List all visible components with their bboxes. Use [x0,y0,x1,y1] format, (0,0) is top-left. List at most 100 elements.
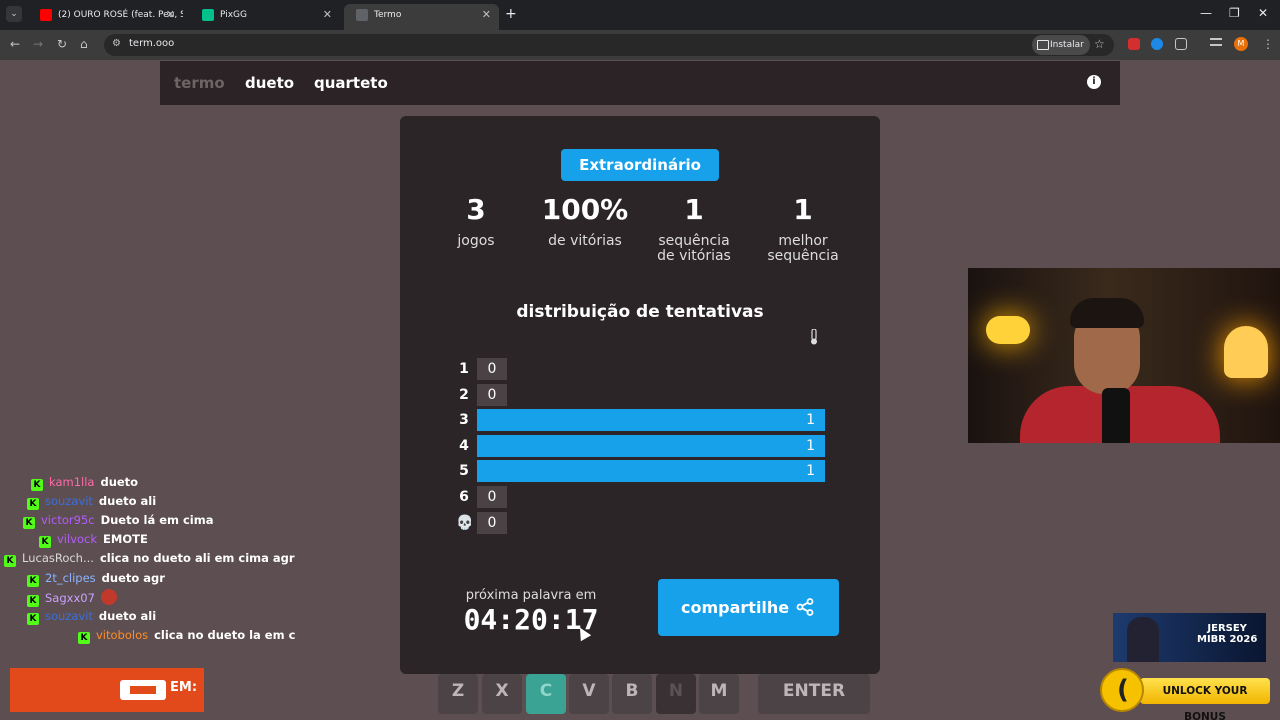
mode-quarteto-link[interactable]: quarteto [314,74,388,92]
chat-message: K LucasRoch... clica no dueto ali em cima … [4,550,295,568]
chat-message: K Sagxx07 [27,588,117,607]
youtube-favicon-icon [40,9,52,21]
restore-window-icon[interactable]: ❐ [1229,6,1240,20]
chat-username[interactable]: Sagxx07 [45,591,95,605]
extension-red-icon[interactable] [1128,38,1140,50]
stat-best-streak: 1 melhor sequência [748,190,858,264]
new-tab-button[interactable]: + [505,6,517,22]
stat-value: 1 [684,193,704,226]
key-z[interactable]: Z [438,674,478,714]
close-window-icon[interactable]: ✕ [1258,6,1268,20]
thermometer-icon[interactable] [810,329,818,345]
tab-title: PixGG [220,10,248,20]
install-app-button[interactable]: Instalar [1032,35,1090,55]
chat-text: clica no dueto ali em cima agr [99,551,295,566]
back-arrow-icon[interactable]: ← [10,37,20,51]
stat-current-streak: 1 sequência de vitórias [639,190,749,264]
stats-modal: Extraordinário 3 jogos 100% de vitórias … [400,116,880,674]
chat-username[interactable]: vilvock [57,532,97,546]
chat-username[interactable]: souzavit [45,609,93,623]
bookmark-star-icon[interactable]: ☆ [1094,37,1105,51]
pixgg-favicon-icon [202,9,214,21]
tab-search-button[interactable]: ⌄ [6,6,22,22]
media-controls-icon[interactable] [1210,38,1222,46]
mode-dueto-link[interactable]: dueto [245,74,294,92]
microphone-icon [1102,388,1130,443]
key-n[interactable]: N [656,674,696,714]
stat-win-rate: 100% de vitórias [530,190,640,249]
key-m[interactable]: M [699,674,739,714]
chat-text: clica no dueto la em c [154,627,296,642]
player-image [1127,617,1159,662]
key-c[interactable]: C [526,674,566,714]
forward-arrow-icon[interactable]: → [33,37,43,51]
chat-message: Kkam1lla dueto [31,474,138,491]
bonus-label: UNLOCK YOUR BONUS [1140,678,1270,720]
stat-label: sequência [767,248,839,264]
attempt-label: 1 [459,361,469,377]
attempt-label: 6 [459,489,469,505]
profile-avatar[interactable]: M [1234,37,1248,51]
overlay-label: EM: [170,680,198,695]
home-icon[interactable]: ⌂ [80,37,88,51]
browser-toolbar: ← → ↻ ⌂ ⚙ term.ooo Instalar ☆ ⋮ [0,30,1280,60]
info-icon[interactable]: i [1087,75,1101,89]
extensions-puzzle-icon[interactable] [1175,38,1187,50]
key-x[interactable]: X [482,674,522,714]
stat-value: 1 [793,193,813,226]
stat-label: jogos [457,233,495,249]
close-tab-icon[interactable]: ✕ [323,4,332,26]
attempt-label: 3 [459,412,469,429]
mode-termo-link[interactable]: termo [174,74,225,92]
chat-username[interactable]: vitobolos [96,628,148,642]
bonus-ad[interactable]: UNLOCK YOUR BONUS [1100,668,1272,720]
jersey-ad[interactable]: JERSEY MIBR 2026 [1113,613,1266,662]
brand-logo-icon [120,680,166,700]
close-tab-icon[interactable]: ✕ [166,4,175,26]
key-b[interactable]: B [612,674,652,714]
stat-games: 3 jogos [421,190,531,249]
share-label: compartilhe [681,598,790,617]
attempt-bar: 0 [477,358,507,380]
kick-badge-icon: K [27,594,39,607]
stat-value: 3 [466,193,486,226]
chat-text: dueto ali [98,608,157,623]
browser-menu-icon[interactable]: ⋮ [1262,37,1274,51]
stat-label: de vitórias [657,248,731,264]
kick-badge-icon: K [31,479,43,491]
reload-icon[interactable]: ↻ [57,37,67,51]
chat-message: Ksouzavit dueto ali [27,493,156,511]
webcam-feed [968,268,1280,443]
chat-username[interactable]: victor95c [41,513,95,527]
close-tab-icon[interactable]: ✕ [482,4,491,26]
browser-tab-bar: ⌄ (2) OURO ROSÉ (feat. Peu, Suet ✕ PixGG… [0,0,1280,30]
coin-logo-icon [1100,668,1144,712]
stat-label: melhor [778,233,828,249]
chat-username[interactable]: LucasRoch... [22,551,94,565]
result-badge: Extraordinário [561,149,719,181]
stream-overlay-banner: EM: [10,668,204,712]
attempt-label: 5 [459,463,469,480]
minimize-window-icon[interactable]: — [1200,6,1212,20]
browser-tab-youtube[interactable]: (2) OURO ROSÉ (feat. Peu, Suet ✕ [28,4,183,30]
attempt-label: 4 [459,437,469,454]
chat-message: Ksouzavit dueto ali [27,608,156,625]
address-bar[interactable]: ⚙ term.ooo [104,34,1114,56]
chat-text: dueto [100,475,139,489]
chat-username[interactable]: 2t_clipes [45,571,96,585]
extension-wave-icon[interactable] [1151,38,1163,50]
site-info-icon[interactable]: ⚙ [112,38,121,49]
chat-username[interactable]: kam1lla [49,475,94,489]
browser-tab-termo[interactable]: Termo ✕ [344,4,499,30]
lamp-icon [986,316,1030,344]
chat-message: Kvitobolos clica no dueto la em c [78,627,295,644]
jersey-ad-text: JERSEY MIBR 2026 [1197,623,1257,645]
kick-badge-icon: K [4,555,16,568]
browser-tab-pixgg[interactable]: PixGG ✕ [190,4,340,30]
stat-label: de vitórias [548,233,622,249]
key-enter[interactable]: ENTER [758,674,870,714]
stat-label: sequência [658,233,730,249]
chat-username[interactable]: souzavit [45,494,93,508]
share-button[interactable]: compartilhe [658,579,839,636]
key-v[interactable]: V [569,674,609,714]
